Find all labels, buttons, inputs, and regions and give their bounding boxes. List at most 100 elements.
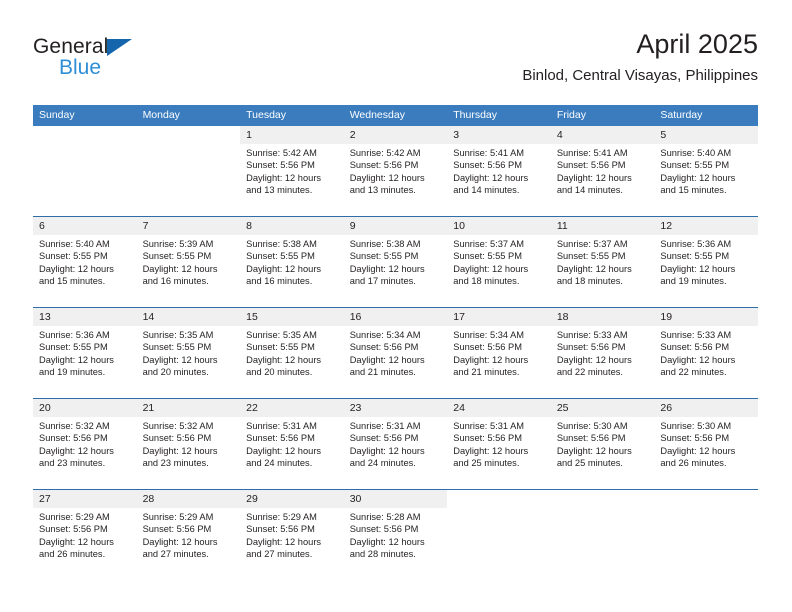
sunrise-text: Sunrise: 5:41 AM — [556, 148, 628, 158]
sunrise-text: Sunrise: 5:29 AM — [39, 512, 110, 522]
sunrise-text: Sunrise: 5:42 AM — [246, 148, 317, 158]
sunset-text: Sunset: 5:56 PM — [349, 433, 419, 444]
daylight-text: Daylight: 12 hours and 25 minutes. — [556, 445, 632, 469]
daylight-text: Daylight: 12 hours and 16 minutes. — [246, 263, 322, 287]
day-number[interactable]: 18 — [550, 308, 655, 326]
week-date-band: 6 7 8 9 10 11 12 — [33, 217, 758, 235]
day-number[interactable]: 28 — [136, 490, 241, 508]
day-number[interactable]: 19 — [654, 308, 758, 326]
day-number[interactable]: 21 — [136, 399, 241, 417]
day-detail-cell: Sunrise: 5:36 AM Sunset: 5:55 PM Daylight:… — [33, 326, 137, 398]
day-detail-cell: Sunrise: 5:38 AM Sunset: 5:55 PM Daylight:… — [240, 235, 344, 307]
sunset-text: Sunset: 5:55 PM — [246, 251, 315, 262]
daylight-text: Daylight: 12 hours and 21 minutes. — [349, 354, 425, 378]
daylight-text: Daylight: 12 hours and 20 minutes. — [246, 354, 322, 378]
sunset-text: Sunset: 5:56 PM — [142, 433, 212, 444]
sunrise-text: Sunrise: 5:36 AM — [39, 330, 110, 340]
daylight-text: Daylight: 12 hours and 14 minutes. — [556, 172, 632, 196]
empty-day-number — [654, 490, 758, 508]
day-number[interactable]: 30 — [343, 490, 448, 508]
day-header-saturday: Saturday — [660, 109, 703, 121]
day-detail-cell: Sunrise: 5:30 AM Sunset: 5:56 PM Daylight:… — [550, 417, 655, 489]
calendar-week-row: 20 21 22 23 24 25 26 Sunrise: 5:32 AM Sunset: 5:… — [33, 398, 758, 489]
sunset-text: Sunset: 5:56 PM — [660, 342, 730, 353]
day-number[interactable]: 3 — [447, 126, 551, 144]
location-subtitle: Binlod, Central Visayas, Philippines — [522, 67, 758, 84]
day-header-monday: Monday — [142, 109, 180, 121]
day-number[interactable]: 7 — [136, 217, 241, 235]
sunrise-text: Sunrise: 5:31 AM — [453, 421, 525, 431]
sunrise-text: Sunrise: 5:32 AM — [142, 421, 214, 431]
empty-day-number — [136, 126, 241, 144]
day-detail-cell: Sunrise: 5:35 AM Sunset: 5:55 PM Daylight:… — [136, 326, 241, 398]
day-number[interactable]: 15 — [240, 308, 344, 326]
day-detail-cell: Sunrise: 5:37 AM Sunset: 5:55 PM Daylight:… — [447, 235, 551, 307]
day-header-thursday: Thursday — [453, 109, 498, 121]
sunrise-text: Sunrise: 5:31 AM — [246, 421, 317, 431]
day-number[interactable]: 6 — [33, 217, 137, 235]
day-detail-cell: Sunrise: 5:28 AM Sunset: 5:56 PM Daylight:… — [343, 508, 448, 580]
empty-day-number — [447, 490, 551, 508]
day-detail-cell: Sunrise: 5:42 AM Sunset: 5:56 PM Daylight:… — [343, 144, 448, 216]
day-detail-cell: Sunrise: 5:35 AM Sunset: 5:55 PM Daylight:… — [240, 326, 344, 398]
day-detail-cell: Sunrise: 5:31 AM Sunset: 5:56 PM Daylight:… — [343, 417, 448, 489]
sunrise-text: Sunrise: 5:31 AM — [349, 421, 421, 431]
sunset-text: Sunset: 5:56 PM — [349, 160, 419, 171]
sunset-text: Sunset: 5:55 PM — [556, 251, 626, 262]
day-number[interactable]: 20 — [33, 399, 137, 417]
sunset-text: Sunset: 5:55 PM — [453, 251, 522, 262]
day-number[interactable]: 26 — [654, 399, 758, 417]
day-number[interactable]: 12 — [654, 217, 758, 235]
day-number[interactable]: 5 — [654, 126, 758, 144]
day-number[interactable]: 9 — [343, 217, 448, 235]
sunrise-text: Sunrise: 5:37 AM — [453, 239, 525, 249]
day-detail-cell: Sunrise: 5:30 AM Sunset: 5:56 PM Daylight:… — [654, 417, 758, 489]
day-number[interactable]: 11 — [550, 217, 655, 235]
calendar-week-row: 27 28 29 30 Sunrise: 5:29 AM Sunset: 5:56 PM D… — [33, 489, 758, 580]
daylight-text: Daylight: 12 hours and 24 minutes. — [349, 445, 425, 469]
day-number[interactable]: 29 — [240, 490, 344, 508]
daylight-text: Daylight: 12 hours and 20 minutes. — [142, 354, 218, 378]
calendar-week-row: 6 7 8 9 10 11 12 Sunrise: 5:40 AM Sunset: 5:55 P… — [33, 216, 758, 307]
page-title: April 2025 — [636, 29, 758, 59]
week-date-band: 20 21 22 23 24 25 26 — [33, 399, 758, 417]
page-header: General Blue April 2025 Binlod, Central … — [33, 28, 758, 98]
daylight-text: Daylight: 12 hours and 26 minutes. — [39, 536, 114, 560]
week-detail-band: Sunrise: 5:42 AM Sunset: 5:56 PM Daylight:… — [33, 144, 758, 216]
day-detail-cell: Sunrise: 5:34 AM Sunset: 5:56 PM Daylight:… — [343, 326, 448, 398]
sunset-text: Sunset: 5:56 PM — [246, 160, 315, 171]
sunrise-text: Sunrise: 5:39 AM — [142, 239, 214, 249]
day-number[interactable]: 17 — [447, 308, 551, 326]
empty-day-cell — [550, 508, 655, 580]
sunrise-text: Sunrise: 5:38 AM — [349, 239, 421, 249]
daylight-text: Daylight: 12 hours and 18 minutes. — [556, 263, 632, 287]
day-number[interactable]: 16 — [343, 308, 448, 326]
sunset-text: Sunset: 5:55 PM — [39, 251, 108, 262]
logo-triangle-icon — [107, 39, 132, 56]
day-number[interactable]: 24 — [447, 399, 551, 417]
day-number[interactable]: 23 — [343, 399, 448, 417]
empty-day-cell — [136, 144, 241, 216]
day-number[interactable]: 1 — [240, 126, 344, 144]
day-number[interactable]: 22 — [240, 399, 344, 417]
week-date-band: 27 28 29 30 — [33, 490, 758, 508]
day-detail-cell: Sunrise: 5:40 AM Sunset: 5:55 PM Daylight:… — [33, 235, 137, 307]
day-detail-cell: Sunrise: 5:38 AM Sunset: 5:55 PM Daylight:… — [343, 235, 448, 307]
day-header-tuesday: Tuesday — [246, 109, 287, 121]
sunset-text: Sunset: 5:55 PM — [142, 251, 212, 262]
day-detail-cell: Sunrise: 5:41 AM Sunset: 5:56 PM Daylight:… — [550, 144, 655, 216]
day-number[interactable]: 13 — [33, 308, 137, 326]
sunset-text: Sunset: 5:55 PM — [660, 251, 730, 262]
day-number[interactable]: 27 — [33, 490, 137, 508]
day-number[interactable]: 14 — [136, 308, 241, 326]
day-number[interactable]: 10 — [447, 217, 551, 235]
day-number[interactable]: 25 — [550, 399, 655, 417]
sunrise-text: Sunrise: 5:40 AM — [39, 239, 110, 249]
day-number[interactable]: 4 — [550, 126, 655, 144]
week-date-band: 13 14 15 16 17 18 19 — [33, 308, 758, 326]
day-number[interactable]: 2 — [343, 126, 448, 144]
daylight-text: Daylight: 12 hours and 16 minutes. — [142, 263, 218, 287]
daylight-text: Daylight: 12 hours and 23 minutes. — [39, 445, 114, 469]
week-detail-band: Sunrise: 5:40 AM Sunset: 5:55 PM Daylight:… — [33, 235, 758, 307]
day-number[interactable]: 8 — [240, 217, 344, 235]
